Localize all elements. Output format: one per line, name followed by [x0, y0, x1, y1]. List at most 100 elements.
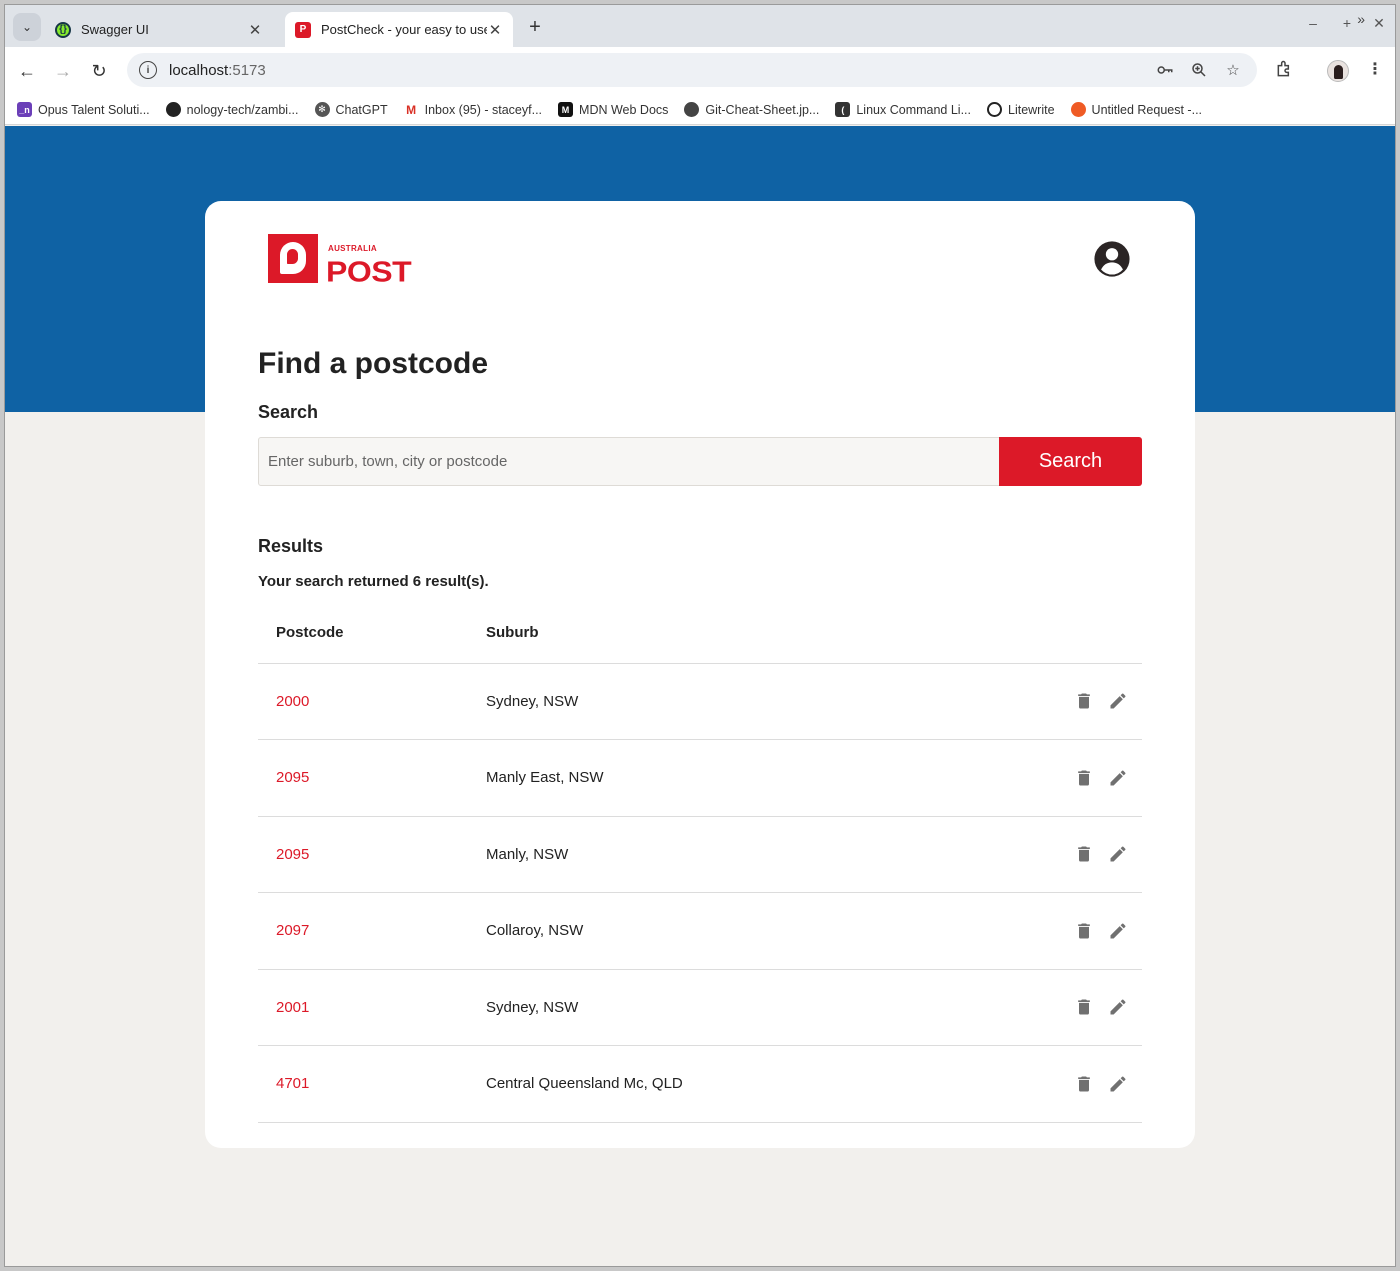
auspost-favicon-icon: P — [295, 21, 311, 38]
gmail-icon: M — [406, 102, 417, 117]
tab-search-button[interactable]: ⌄ — [13, 13, 41, 41]
search-input[interactable] — [258, 437, 1000, 486]
actions-cell — [949, 969, 1142, 1046]
tab-title: PostCheck - your easy to use postcode ch… — [321, 22, 487, 37]
bookmark-label: ChatGPT — [335, 102, 388, 117]
bookmark-item[interactable]: M Inbox (95) - staceyf... — [404, 102, 542, 117]
table-row: 2001 Sydney, NSW — [258, 969, 1142, 1046]
edit-icon[interactable] — [1108, 1074, 1128, 1094]
user-account-icon[interactable] — [1093, 240, 1131, 278]
delete-icon[interactable] — [1074, 997, 1094, 1017]
postcode-cell[interactable]: 2095 — [258, 739, 486, 817]
bookmark-label: Litewrite — [1008, 102, 1055, 117]
chatgpt-icon: ✻ — [314, 102, 330, 117]
close-tab-icon[interactable]: ✕ — [247, 21, 263, 39]
browser-toolbar: ← → ↻ i localhost:5173 ☆ ⋮ — [5, 47, 1395, 95]
profile-avatar[interactable] — [1327, 60, 1349, 82]
bookmark-item[interactable]: nology-tech/zambi... — [165, 102, 299, 117]
results-table: Postcode Suburb 2000 Sydney, NSW 2095 Manly… — [258, 602, 1142, 1123]
bookmark-item[interactable]: Git-Cheat-Sheet.jp... — [684, 102, 819, 117]
table-row: 4701 Central Queensland Mc, QLD — [258, 1045, 1142, 1123]
bookmark-item[interactable]: _n Opus Talent Soluti... — [17, 102, 150, 117]
tab-strip: ⌄ {} Swagger UI ✕ P PostCheck - your eas… — [5, 5, 1395, 47]
swagger-favicon-icon: {} — [55, 21, 71, 38]
actions-cell — [949, 816, 1142, 893]
reload-icon[interactable]: ↻ — [85, 57, 113, 85]
delete-icon[interactable] — [1074, 1074, 1094, 1094]
suburb-cell: Sydney, NSW — [486, 663, 950, 740]
main-card: AUSTRALIA POST Find a postcode Search Se… — [205, 201, 1195, 1148]
postcode-cell[interactable]: 2000 — [258, 663, 486, 740]
bookmark-label: Untitled Request -... — [1091, 102, 1203, 117]
key-icon[interactable] — [1155, 60, 1175, 80]
edit-icon[interactable] — [1108, 921, 1128, 941]
search-label: Search — [258, 402, 319, 422]
postcode-cell[interactable]: 2095 — [258, 816, 486, 893]
extensions-icon[interactable] — [1275, 59, 1295, 84]
browser-window: ⌄ {} Swagger UI ✕ P PostCheck - your eas… — [4, 4, 1396, 1267]
edit-icon[interactable] — [1108, 691, 1128, 711]
forward-icon[interactable]: → — [49, 57, 77, 85]
actions-cell — [949, 1045, 1142, 1123]
bookmark-item[interactable]: M MDN Web Docs — [558, 102, 668, 117]
mdn-icon: M — [558, 102, 574, 117]
auspost-logo-icon — [268, 234, 318, 283]
bookmark-label: Inbox (95) - staceyf... — [424, 102, 543, 117]
australia-post-logo[interactable]: AUSTRALIA POST — [268, 234, 412, 286]
page-viewport: AUSTRALIA POST Find a postcode Search Se… — [5, 126, 1395, 1266]
site-info-icon[interactable]: i — [139, 61, 157, 79]
edit-icon[interactable] — [1108, 768, 1128, 788]
results-title: Results — [258, 536, 324, 556]
edit-icon[interactable] — [1108, 844, 1128, 864]
postcode-cell[interactable]: 2097 — [258, 892, 486, 970]
globe-icon — [684, 102, 700, 117]
bookmark-item[interactable]: Untitled Request -... — [1070, 102, 1203, 117]
maximize-icon[interactable]: + — [1337, 15, 1357, 31]
suburb-cell: Central Queensland Mc, QLD — [486, 1045, 950, 1123]
close-tab-icon[interactable]: ✕ — [487, 21, 503, 39]
bookmark-item[interactable]: ( Linux Command Li... — [835, 102, 971, 117]
github-icon — [165, 102, 181, 117]
table-row: 2095 Manly East, NSW — [258, 739, 1142, 817]
bookmark-item[interactable]: Litewrite — [987, 102, 1055, 117]
suburb-cell: Manly, NSW — [486, 816, 950, 893]
url-text[interactable]: localhost:5173 — [169, 62, 266, 79]
actions-cell — [949, 892, 1142, 970]
page-title: Find a postcode — [258, 347, 489, 380]
bookmark-label: Linux Command Li... — [856, 102, 971, 117]
close-window-icon[interactable]: ✕ — [1369, 15, 1389, 32]
chevron-down-icon: ⌄ — [21, 20, 33, 34]
delete-icon[interactable] — [1074, 844, 1094, 864]
postcode-cell[interactable]: 4701 — [258, 1045, 486, 1123]
table-row: 2095 Manly, NSW — [258, 816, 1142, 893]
actions-cell — [949, 739, 1142, 817]
bookmark-label: Opus Talent Soluti... — [38, 102, 150, 117]
logo-small-text: AUSTRALIA — [328, 244, 377, 253]
kebab-menu-icon[interactable]: ⋮ — [1367, 59, 1383, 79]
linux-icon: ( — [835, 102, 851, 117]
opus-icon: _n — [17, 102, 32, 117]
postcode-cell[interactable]: 2001 — [258, 969, 486, 1046]
delete-icon[interactable] — [1074, 768, 1094, 788]
circle-icon — [987, 102, 1002, 117]
bookmarks-overflow-icon[interactable]: » — [1357, 11, 1365, 27]
tab-postcheck[interactable]: P PostCheck - your easy to use postcode … — [285, 12, 513, 47]
delete-icon[interactable] — [1074, 921, 1094, 941]
tab-swagger[interactable]: {} Swagger UI ✕ — [45, 12, 273, 47]
postman-icon — [1070, 102, 1086, 117]
edit-icon[interactable] — [1108, 997, 1128, 1017]
back-icon[interactable]: ← — [13, 57, 41, 85]
suburb-cell: Collaroy, NSW — [486, 892, 950, 970]
bookmark-label: nology-tech/zambi... — [186, 102, 299, 117]
tab-title: Swagger UI — [81, 22, 149, 37]
delete-icon[interactable] — [1074, 691, 1094, 711]
bookmark-item[interactable]: ✻ ChatGPT — [314, 102, 388, 117]
bookmark-star-icon[interactable]: ☆ — [1223, 60, 1243, 80]
address-bar[interactable]: i localhost:5173 ☆ — [127, 53, 1257, 87]
search-button[interactable]: Search — [999, 437, 1142, 486]
table-row: 2000 Sydney, NSW — [258, 663, 1142, 740]
new-tab-icon[interactable]: + — [523, 15, 547, 39]
column-header-postcode: Postcode — [258, 602, 486, 664]
zoom-icon[interactable] — [1189, 60, 1209, 80]
minimize-icon[interactable]: – — [1303, 15, 1323, 31]
